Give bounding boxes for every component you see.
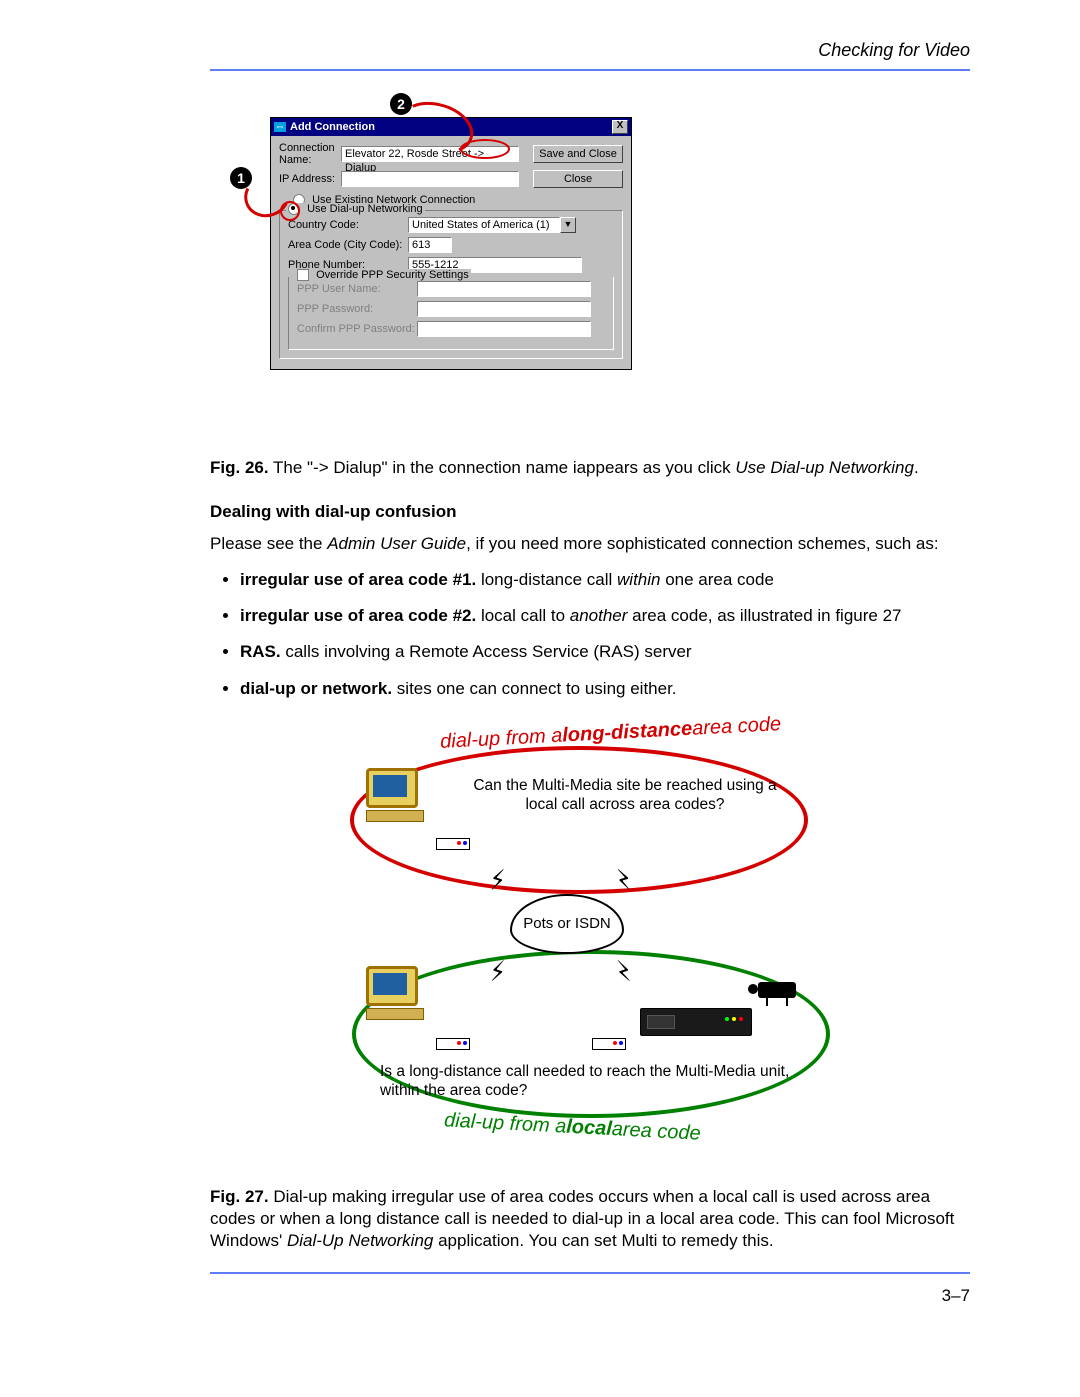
figure-26-caption: Fig. 26. The "-> Dialup" in the connecti… [210,457,970,479]
modem-icon [592,1038,626,1050]
bullet-list: irregular use of area code #1. long-dist… [240,569,970,699]
label-area-code: Area Code (City Code): [288,239,408,251]
camera-icon [758,982,796,998]
server-icon [640,1008,752,1036]
label-radio-dun: Use Dial-up Networking [307,203,423,215]
cloud-pots-isdn: Pots or ISDN [510,894,624,954]
label-ppp-confirm: Confirm PPP Password: [297,323,417,335]
close-icon[interactable]: X [612,120,628,134]
label-ip-address: IP Address: [279,173,341,185]
list-item: dial-up or network. sites one can connec… [240,678,970,700]
dialog-icon: ⇔ [274,122,286,132]
modem-icon [436,1038,470,1050]
list-item: irregular use of area code #1. long-dist… [240,569,970,591]
list-item: irregular use of area code #2. local cal… [240,605,970,627]
callout-1-badge: 1 [230,167,252,189]
ppp-confirm-input [417,321,591,337]
figure-26: 1 2 ⇔ Add Connection X Connection Name: … [220,97,970,457]
figure-27: dial-up from a long-distance area code C… [340,718,840,1168]
checkbox-override-ppp[interactable] [297,269,309,281]
callout-2-badge: 2 [390,93,412,115]
chevron-down-icon[interactable]: ▼ [560,217,576,233]
footer-rule [210,1272,970,1274]
connection-name-input[interactable]: Elevator 22, Rosde Street -> Dialup [341,146,519,162]
question-long-distance-within: Is a long-distance call needed to reach … [380,1062,790,1101]
computer-icon [366,768,426,820]
bolt-icon: ⚡︎ [616,864,631,898]
country-code-select[interactable]: United States of America (1) [408,217,560,233]
dialog-title: Add Connection [290,121,375,133]
dialog-titlebar: ⇔ Add Connection X [271,118,631,136]
area-code-input[interactable]: 613 [408,237,452,253]
ppp-override-group: Override PPP Security Settings PPP User … [288,277,614,350]
ppp-user-input [417,281,591,297]
header-rule [210,69,970,71]
ip-address-input[interactable] [341,171,519,187]
section-heading-dialup-confusion: Dealing with dial-up confusion [210,501,970,523]
add-connection-dialog: ⇔ Add Connection X Connection Name: Elev… [270,117,632,370]
bolt-icon: ⚡︎ [616,952,631,986]
label-override-ppp: Override PPP Security Settings [316,269,469,281]
bolt-icon: ⚡︎ [490,864,505,898]
ppp-pass-input [417,301,591,317]
bolt-icon: ⚡︎ [490,952,505,986]
save-and-close-button[interactable]: Save and Close [533,145,623,163]
computer-icon [366,966,426,1018]
label-country-code: Country Code: [288,219,408,231]
radio-dial-up-networking[interactable] [288,203,300,215]
close-button[interactable]: Close [533,170,623,188]
page-number: 3–7 [210,1282,970,1306]
modem-icon [436,838,470,850]
label-ppp-pass: PPP Password: [297,303,417,315]
running-head: Checking for Video [210,40,970,61]
list-item: RAS. calls involving a Remote Access Ser… [240,641,970,663]
section-intro: Please see the Admin User Guide, if you … [210,533,970,555]
label-connection-name: Connection Name: [279,142,341,166]
figure-27-caption: Fig. 27. Dial-up making irregular use of… [210,1186,970,1252]
question-local-across-codes: Can the Multi-Media site be reached usin… [470,776,780,815]
dial-up-networking-group: Use Dial-up Networking Country Code: Uni… [279,210,623,359]
label-ppp-user: PPP User Name: [297,283,417,295]
